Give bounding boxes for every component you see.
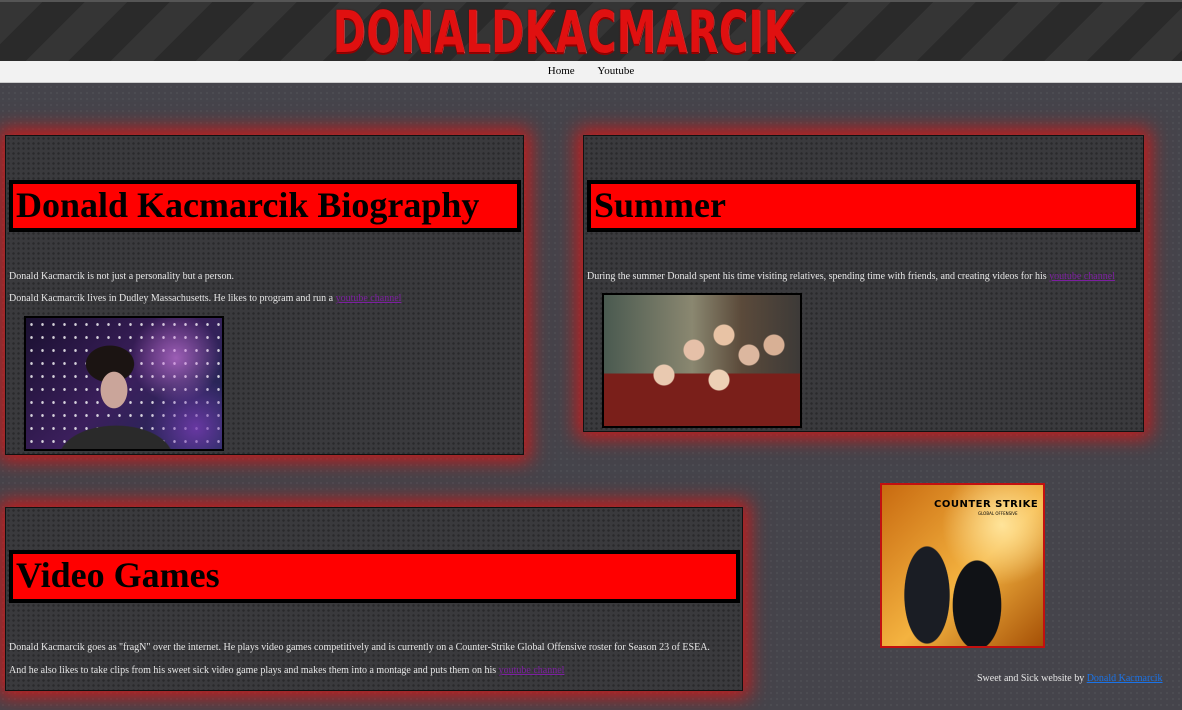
header-banner: DONALDKACMARCIK (0, 0, 1182, 63)
video-games-heading: Video Games (9, 550, 740, 603)
nav-youtube-link[interactable]: Youtube (597, 65, 634, 77)
video-games-youtube-link[interactable]: youtube channel (499, 665, 565, 676)
biography-paragraph-2: Donald Kacmarcik lives in Dudley Massach… (9, 293, 401, 305)
biography-panel: Donald Kacmarcik Biography Donald Kacmar… (5, 135, 524, 455)
nav-home-link[interactable]: Home (548, 65, 575, 77)
biography-heading: Donald Kacmarcik Biography (9, 180, 521, 232)
site-logo[interactable]: DONALDKACMARCIK (333, 2, 795, 63)
counter-strike-logo-text: COUNTER STRIKE (934, 499, 1039, 510)
summer-youtube-link[interactable]: youtube channel (1049, 271, 1115, 282)
video-games-panel: Video Games Donald Kacmarcik goes as "fr… (5, 507, 743, 691)
video-games-paragraph-2-text: And he also likes to take clips from his… (9, 665, 499, 676)
counter-strike-cover-image: COUNTER STRIKE GLOBAL OFFENSIVE (880, 483, 1045, 648)
nav-bar: Home Youtube (0, 61, 1182, 83)
biography-youtube-link[interactable]: youtube channel (336, 293, 402, 304)
summer-heading: Summer (587, 180, 1140, 232)
summer-panel: Summer During the summer Donald spent hi… (583, 135, 1144, 432)
video-games-paragraph-2: And he also likes to take clips from his… (9, 665, 564, 677)
footer: Sweet and Sick website by Donald Kacmarc… (977, 673, 1163, 684)
summer-paragraph-text: During the summer Donald spent his time … (587, 271, 1050, 282)
footer-author-link[interactable]: Donald Kacmarcik (1087, 673, 1163, 684)
donald-portrait-photo (24, 316, 224, 451)
summer-paragraph: During the summer Donald spent his time … (587, 271, 1115, 283)
biography-paragraph-1: Donald Kacmarcik is not just a personali… (9, 271, 234, 282)
video-games-paragraph-1: Donald Kacmarcik goes as "fragN" over th… (9, 642, 710, 653)
friends-group-photo (602, 293, 802, 428)
counter-strike-subtitle-text: GLOBAL OFFENSIVE (978, 511, 1018, 516)
biography-paragraph-2-text: Donald Kacmarcik lives in Dudley Massach… (9, 293, 336, 304)
footer-text: Sweet and Sick website by (977, 673, 1087, 684)
